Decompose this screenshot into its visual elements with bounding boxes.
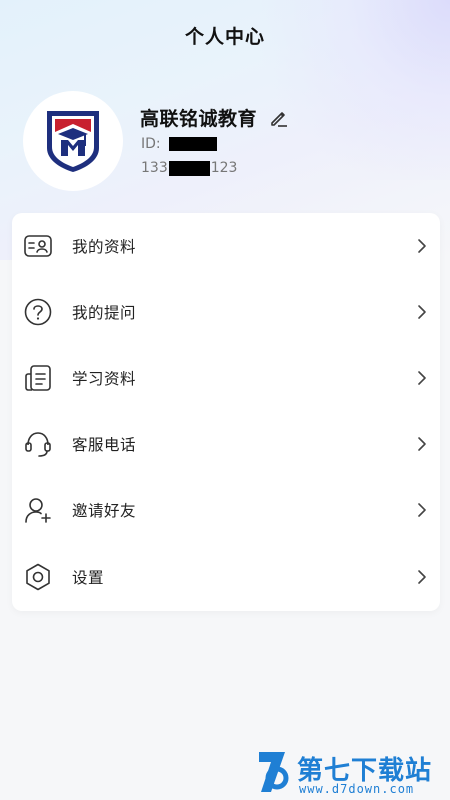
chevron-right-icon — [416, 436, 428, 452]
profile-name: 高联铭诚教育 — [140, 108, 258, 130]
menu-card: 我的资料 我的提问 学习资料 客服电话 邀请好友 设置 — [12, 213, 440, 611]
id-label: ID: — [141, 136, 161, 152]
menu-item-settings[interactable]: 设置 — [12, 544, 440, 610]
avatar[interactable] — [23, 91, 123, 191]
menu-item-study-materials[interactable]: 学习资料 — [12, 345, 440, 411]
edit-pencil-icon[interactable] — [269, 108, 289, 128]
menu-item-label: 客服电话 — [72, 436, 137, 454]
add-user-icon — [23, 495, 53, 525]
menu-item-label: 我的提问 — [72, 304, 137, 322]
headset-icon — [23, 429, 53, 459]
menu-item-label: 邀请好友 — [72, 502, 137, 520]
menu-item-label: 学习资料 — [72, 370, 137, 388]
menu-item-label: 设置 — [72, 569, 105, 587]
school-shield-logo — [47, 111, 99, 172]
document-icon — [23, 363, 53, 393]
phone-suffix: 123 — [210, 160, 238, 176]
watermark-logo — [259, 752, 289, 792]
phone-prefix: 133 — [141, 160, 168, 176]
phone-row: 133 123 — [141, 160, 237, 176]
page-title: 个人中心 — [184, 26, 265, 48]
menu-item-customer-service[interactable]: 客服电话 — [12, 411, 440, 477]
menu-item-label: 我的资料 — [72, 238, 137, 256]
chevron-right-icon — [416, 569, 428, 585]
gear-icon — [23, 562, 53, 592]
chevron-right-icon — [416, 370, 428, 386]
profile-name-row: 高联铭诚教育 — [140, 104, 289, 131]
profile-card-icon — [23, 231, 53, 261]
user-id-row: ID: — [141, 136, 217, 152]
redacted-id — [168, 137, 217, 151]
chevron-right-icon — [416, 502, 428, 518]
watermark-url: www.d7down.com — [299, 782, 415, 796]
menu-item-my-questions[interactable]: 我的提问 — [12, 279, 440, 345]
question-circle-icon — [23, 297, 53, 327]
menu-item-my-profile[interactable]: 我的资料 — [12, 213, 440, 279]
chevron-right-icon — [416, 304, 428, 320]
chevron-right-icon — [416, 238, 428, 254]
redacted-phone — [168, 160, 210, 176]
watermark: 第七下载站 www.d7down.com — [255, 748, 445, 798]
menu-item-invite-friends[interactable]: 邀请好友 — [12, 477, 440, 543]
